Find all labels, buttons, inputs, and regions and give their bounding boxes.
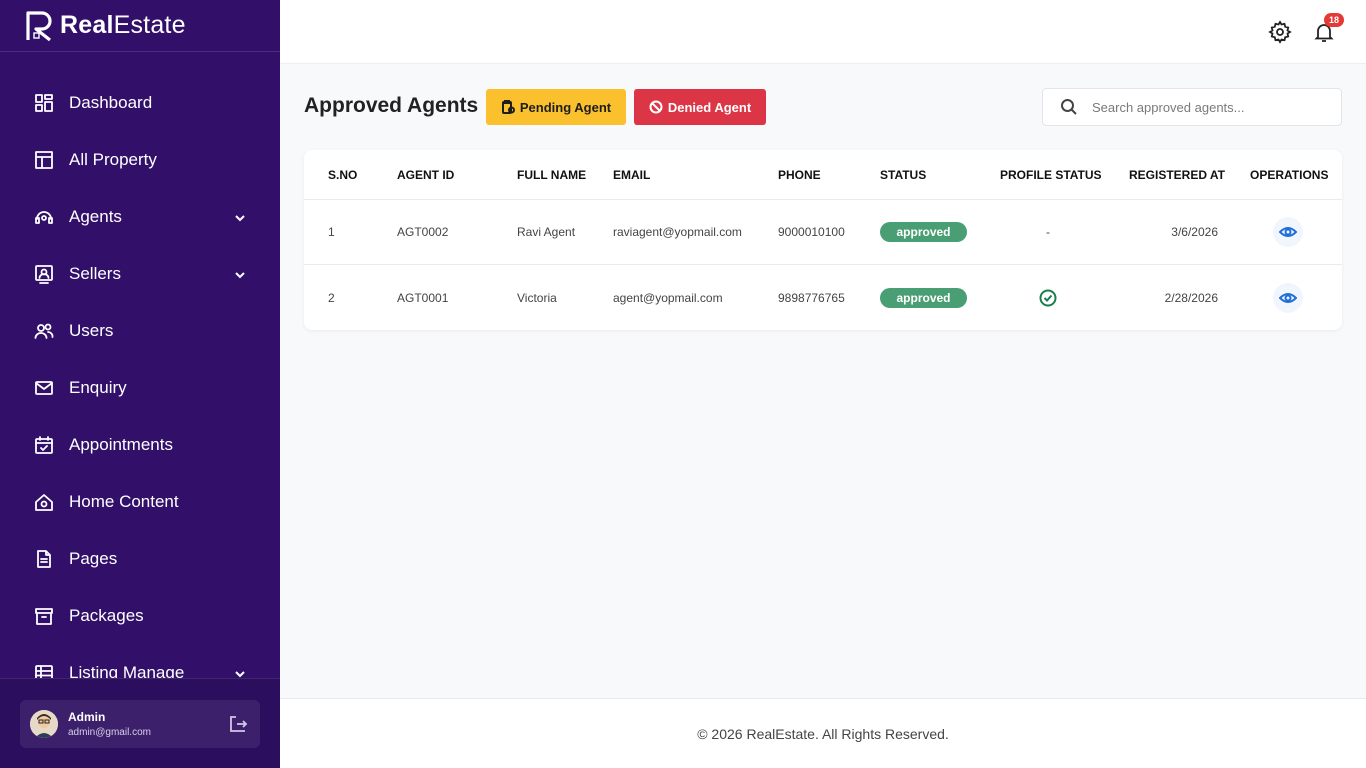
chevron-down-icon[interactable] (234, 268, 246, 280)
search-box[interactable] (1042, 88, 1342, 126)
table-row: 1 AGT0002 Ravi Agent raviagent@yopmail.c… (304, 200, 1342, 265)
user-email: admin@gmail.com (68, 727, 151, 738)
sidebar-item-agents[interactable]: Agents (0, 188, 280, 245)
sidebar-item-enquiry[interactable]: Enquiry (0, 359, 280, 416)
brand[interactable]: RealEstate (0, 0, 280, 52)
search-input[interactable] (1092, 99, 1322, 115)
user-area: Admin admin@gmail.com (0, 678, 280, 768)
building-icon (34, 150, 54, 170)
view-button[interactable] (1273, 217, 1303, 247)
dashboard-icon (34, 93, 54, 113)
home-icon (34, 492, 54, 512)
cell-full-name: Ravi Agent (517, 225, 576, 239)
ban-icon (649, 100, 663, 114)
sidebar-item-label: Home Content (69, 491, 179, 511)
cell-email: agent@yopmail.com (613, 290, 723, 305)
column-header[interactable]: PROFILE STATUS (1000, 150, 1102, 199)
avatar (30, 710, 58, 738)
sidebar-item-label: Sellers (69, 263, 121, 283)
cell-registered-at: 3/6/2026 (1171, 225, 1218, 239)
notification-badge: 18 (1323, 13, 1344, 27)
table-header: S.NO AGENT ID FULL NAME EMAIL PHONE STAT… (304, 150, 1342, 200)
document-icon (34, 549, 54, 569)
denied-agent-button[interactable]: Denied Agent (634, 89, 766, 125)
eye-icon (1279, 227, 1297, 237)
mail-icon (34, 378, 54, 398)
sidebar-item-label: Agents (69, 206, 122, 226)
column-header[interactable]: REGISTERED AT (1129, 150, 1225, 199)
pending-agent-label: Pending Agent (519, 99, 612, 115)
cell-profile-status (1000, 265, 1096, 330)
cell-status: approved (880, 200, 967, 264)
cell-sno: 2 (328, 290, 335, 305)
sidebar-item-sellers[interactable]: Sellers (0, 245, 280, 302)
view-button[interactable] (1273, 282, 1303, 313)
pending-agent-button[interactable]: Pending Agent (486, 89, 626, 125)
column-header[interactable]: EMAIL (613, 150, 650, 199)
logo-icon (26, 10, 52, 41)
sidebar-item-label: Dashboard (69, 92, 153, 112)
eye-icon (1279, 292, 1297, 303)
sidebar-item-label: Packages (69, 605, 144, 625)
column-header[interactable]: AGENT ID (397, 150, 454, 199)
sidebar-item-all-property[interactable]: All Property (0, 131, 280, 188)
denied-agent-label: Denied Agent (667, 99, 752, 115)
cell-operations (1248, 200, 1328, 264)
sidebar-item-label: Users (69, 320, 114, 340)
user-card[interactable]: Admin admin@gmail.com (20, 700, 260, 748)
sidebar-item-packages[interactable]: Packages (0, 587, 280, 644)
cell-sno: 1 (328, 225, 335, 239)
footer-copyright: © 2026 RealEstate. All Rights Reserved. (697, 725, 949, 742)
sidebar-item-pages[interactable]: Pages (0, 530, 280, 587)
status-badge: approved (880, 222, 967, 242)
sidebar-item-home-content[interactable]: Home Content (0, 473, 280, 530)
page-title: Approved Agents (304, 94, 479, 117)
sidebar-item-label: Appointments (69, 434, 173, 454)
cell-full-name: Victoria (517, 290, 557, 305)
clipboard-clock-icon (501, 100, 515, 114)
cell-phone: 9000010100 (778, 225, 845, 239)
chevron-down-icon[interactable] (234, 667, 246, 679)
bell-icon[interactable]: 18 (1312, 13, 1344, 44)
calendar-check-icon (34, 435, 54, 455)
cell-phone: 9898776765 (778, 290, 845, 305)
archive-icon (34, 606, 54, 626)
cell-agent-id: AGT0002 (397, 225, 449, 239)
sidebar-item-appointments[interactable]: Appointments (0, 416, 280, 473)
sidebar-item-users[interactable]: Users (0, 302, 280, 359)
sidebar-item-label: Pages (69, 548, 118, 568)
logout-icon[interactable] (228, 714, 248, 734)
cell-profile-status: - (1046, 225, 1050, 239)
check-icon (1039, 289, 1057, 306)
agent-headset-icon (34, 207, 54, 227)
users-icon (34, 321, 54, 341)
chevron-down-icon[interactable] (234, 211, 246, 223)
cell-status: approved (880, 265, 967, 330)
column-header: OPERATIONS (1250, 167, 1329, 182)
sidebar-item-label: All Property (69, 149, 157, 169)
cell-agent-id: AGT0001 (397, 290, 449, 305)
search-icon (1061, 99, 1077, 115)
column-header[interactable]: FULL NAME (517, 150, 586, 199)
cell-registered-at: 2/28/2026 (1164, 290, 1218, 305)
gear-icon[interactable] (1268, 20, 1292, 44)
sidebar-nav: Dashboard All Property Agents Sellers Us… (0, 74, 280, 701)
cell-email: raviagent@yopmail.com (613, 225, 742, 239)
seller-id-icon (34, 264, 54, 284)
status-badge: approved (880, 287, 967, 308)
sidebar-item-label: Enquiry (69, 377, 127, 397)
column-header[interactable]: STATUS (880, 150, 926, 199)
cell-operations (1248, 265, 1328, 330)
brand-name: RealEstate (60, 11, 186, 39)
sidebar-item-dashboard[interactable]: Dashboard (0, 74, 280, 131)
table-row: 2 AGT0001 Victoria agent@yopmail.com 989… (304, 265, 1342, 330)
topbar: 18 (280, 0, 1366, 64)
column-header[interactable]: S.NO (328, 150, 357, 199)
sidebar: RealEstate Dashboard All Property Agents… (0, 0, 280, 768)
column-header[interactable]: PHONE (778, 150, 821, 199)
agents-table: S.NO AGENT ID FULL NAME EMAIL PHONE STAT… (304, 150, 1342, 330)
user-name: Admin (68, 710, 106, 724)
footer: © 2026 RealEstate. All Rights Reserved. (280, 698, 1366, 768)
